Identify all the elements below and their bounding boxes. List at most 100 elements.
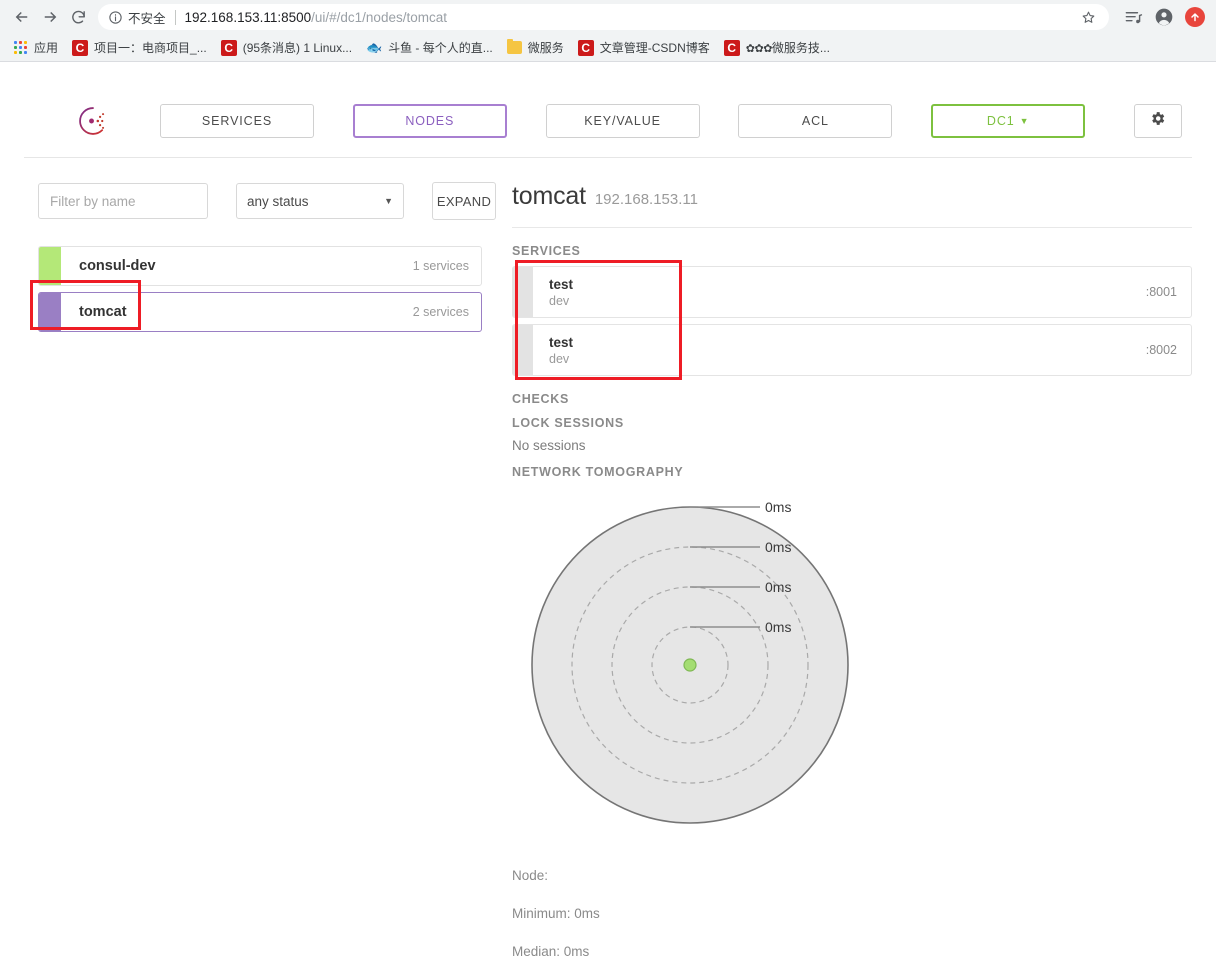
node-status-bar: [39, 247, 61, 285]
stat-minimum: Minimum: 0ms: [512, 906, 600, 921]
service-tag: dev: [549, 293, 570, 308]
node-row-body: consul-dev 1 services: [61, 247, 481, 285]
bookmark-item[interactable]: C 文章管理-CSDN博客: [572, 37, 716, 59]
url-path: /ui/#/dc1/nodes/tomcat: [311, 9, 447, 25]
node-service-count: 2 services: [412, 305, 469, 319]
service-row-body: test dev :8002: [533, 325, 1191, 375]
tab-acl[interactable]: ACL: [738, 103, 893, 138]
service-row[interactable]: test dev :8002: [512, 324, 1192, 376]
stat-median: Median: 0ms: [512, 944, 590, 959]
service-name: test: [549, 276, 574, 292]
info-circle-icon[interactable]: [108, 10, 123, 25]
folder-icon: [506, 39, 522, 54]
csdn-icon: C: [220, 39, 237, 56]
checks-section-label: CHECKS: [512, 392, 569, 406]
reading-list-icon[interactable]: [1120, 3, 1146, 31]
gear-icon: [1149, 110, 1166, 132]
bookmark-label: (95条消息) 1 Linux...: [242, 41, 353, 55]
browser-chrome: 不安全 192.168.153.11:8500/ui/#/dc1/nodes/t…: [0, 0, 1216, 62]
url-host: 192.168.153.11:8500: [184, 9, 312, 25]
tab-services[interactable]: SERVICES: [160, 103, 314, 138]
services-section-label: SERVICES: [512, 244, 581, 258]
tomography-label-3: 0ms: [765, 579, 791, 595]
network-tomography-chart: 0ms 0ms 0ms 0ms: [512, 487, 1192, 862]
filter-by-name-input[interactable]: [38, 183, 208, 219]
omnibox-divider: [174, 9, 176, 25]
node-name: consul-dev: [79, 258, 156, 274]
node-status-bar: [39, 293, 61, 331]
expand-button[interactable]: EXPAND: [432, 182, 496, 220]
datacenter-label: DC1: [986, 113, 1015, 128]
node-detail-pane: tomcat 192.168.153.11 SERVICES test dev …: [512, 182, 1216, 964]
bookmark-label: ✿✿✿微服务技...: [746, 39, 830, 56]
tomography-label-4: 0ms: [765, 619, 791, 635]
nodes-left-pane: any status ▼ EXPAND consul-dev 1 service…: [0, 182, 512, 964]
settings-button[interactable]: [1133, 103, 1182, 138]
nav-tabs: SERVICES NODES KEY/VALUE ACL DC1 ▼: [138, 103, 1192, 138]
tab-nodes[interactable]: NODES: [352, 103, 507, 138]
node-ip-address: 192.168.153.11: [594, 191, 698, 208]
app-navbar: SERVICES NODES KEY/VALUE ACL DC1 ▼: [24, 84, 1192, 158]
services-list: test dev :8001 test dev :8002: [512, 260, 1192, 380]
bookmarks-bar: 应用 C 项目一：电商项目_... C (95条消息) 1 Linux... 🐟…: [0, 34, 1216, 62]
consul-logo-icon[interactable]: [48, 104, 138, 138]
service-row-body: test dev :8001: [533, 267, 1191, 317]
chevron-down-icon: ▼: [1019, 115, 1030, 126]
forward-arrow-icon[interactable]: [36, 3, 64, 31]
bookmark-item[interactable]: 🐟 斗鱼 - 每个人的直...: [360, 37, 499, 59]
back-arrow-icon[interactable]: [8, 3, 36, 31]
datacenter-selector[interactable]: DC1 ▼: [931, 103, 1086, 138]
status-filter-select[interactable]: any status ▼: [236, 183, 404, 219]
service-tag: dev: [549, 351, 570, 366]
bookmark-label: 应用: [34, 41, 59, 55]
service-port: :8001: [1145, 285, 1177, 299]
service-labels: test dev: [549, 335, 573, 366]
bookmark-label: 项目一：电商项目_...: [94, 41, 207, 55]
tomography-label-2: 0ms: [765, 539, 791, 555]
tomography-center-node-dot: [683, 658, 697, 672]
bookmark-label: 微服务: [527, 41, 564, 55]
node-service-count: 1 services: [412, 259, 469, 273]
lock-sessions-section-label: LOCK SESSIONS: [512, 416, 624, 430]
security-status-label: 不安全: [128, 11, 166, 26]
bookmark-item[interactable]: C (95条消息) 1 Linux...: [215, 37, 358, 59]
tomography-stats: Node: Minimum: 0ms Median: 0ms Maximum: …: [512, 868, 1192, 964]
reload-icon[interactable]: [64, 3, 92, 31]
service-labels: test dev: [549, 277, 573, 308]
csdn-icon: C: [72, 39, 89, 56]
node-list: consul-dev 1 services tomcat 2 services: [38, 246, 512, 332]
update-available-icon[interactable]: [1182, 3, 1208, 31]
url-text: 192.168.153.11:8500/ui/#/dc1/nodes/tomca…: [185, 10, 1077, 25]
chevron-down-icon: ▼: [384, 196, 393, 206]
no-sessions-text: No sessions: [512, 438, 586, 453]
node-row-body: tomcat 2 services: [61, 293, 481, 331]
node-list-item-tomcat[interactable]: tomcat 2 services: [38, 292, 482, 332]
service-row[interactable]: test dev :8001: [512, 266, 1192, 318]
stat-node: Node:: [512, 868, 549, 883]
star-icon[interactable]: [1077, 6, 1099, 28]
consul-app: SERVICES NODES KEY/VALUE ACL DC1 ▼ any s…: [0, 62, 1216, 964]
profile-avatar-icon[interactable]: [1151, 3, 1177, 31]
flower-stars-icon: ✿✿✿: [745, 43, 773, 55]
filter-row: any status ▼ EXPAND: [38, 182, 512, 220]
bookmark-folder[interactable]: 微服务: [501, 37, 570, 59]
service-name: test: [549, 334, 574, 350]
address-bar[interactable]: 不安全 192.168.153.11:8500/ui/#/dc1/nodes/t…: [98, 4, 1109, 30]
status-filter-value: any status: [247, 193, 309, 209]
main-content: any status ▼ EXPAND consul-dev 1 service…: [0, 158, 1216, 964]
node-list-item-consul-dev[interactable]: consul-dev 1 services: [38, 246, 482, 286]
apps-grid-icon: [14, 40, 28, 55]
bookmark-apps[interactable]: 应用: [8, 37, 64, 59]
csdn-icon: C: [723, 39, 740, 56]
tomography-svg: 0ms 0ms 0ms 0ms: [531, 499, 849, 824]
network-tomography-label: NETWORK TOMOGRAPHY: [512, 465, 684, 479]
bookmark-label: 文章管理-CSDN博客: [599, 41, 710, 55]
bookmark-item[interactable]: C ✿✿✿微服务技...: [718, 37, 836, 59]
service-status-bar: [513, 325, 533, 375]
bookmark-label-text: 微服务技...: [771, 41, 830, 55]
bookmark-item[interactable]: C 项目一：电商项目_...: [66, 37, 213, 59]
bookmark-label: 斗鱼 - 每个人的直...: [388, 41, 493, 55]
tab-key-value[interactable]: KEY/VALUE: [545, 103, 700, 138]
douyu-icon: 🐟: [365, 39, 383, 55]
service-port: :8002: [1145, 343, 1177, 357]
